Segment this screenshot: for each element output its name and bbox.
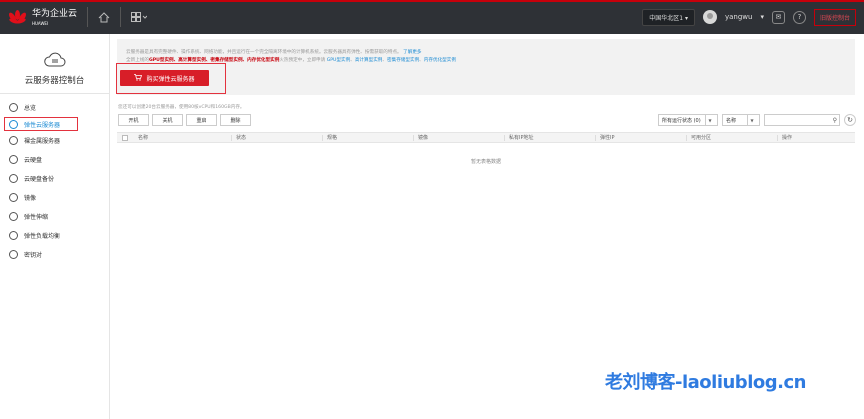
key-icon xyxy=(9,250,18,259)
column-header[interactable]: 名称 xyxy=(134,135,148,141)
sidebar-item-disk[interactable]: 云硬盘 xyxy=(0,150,109,169)
main-content: 云服务器是具有完整硬件、操作系统、网络功能，并且运行在一个完全隔离环境中的计算机… xyxy=(110,34,864,419)
buy-button-label: 购买弹性云服务器 xyxy=(146,75,195,83)
sidebar-item-lb[interactable]: 弹性负载均衡 xyxy=(0,226,109,245)
mail-icon[interactable]: ✉ xyxy=(771,10,785,24)
status-filter-label: 所有运行状态 (0) xyxy=(662,117,701,124)
sidebar-item-label: 云硬盘 xyxy=(24,157,43,164)
ecs-icon xyxy=(9,119,18,129)
sidebar-item-keypair[interactable]: 密钥对 xyxy=(0,245,109,264)
filter-toolbar: 所有运行状态 (0) ▼ 名称 ▼ ⚲ ↻ xyxy=(658,114,856,126)
table-header: 名称 状态 规格 镜像 私有IP地址 弹性IP 可用分区 操作 xyxy=(117,132,855,143)
home-icon[interactable] xyxy=(98,11,110,23)
sidebar-item-label: 弹性伸缩 xyxy=(24,214,49,221)
sidebar-item-image[interactable]: 镜像 xyxy=(0,188,109,207)
buy-ecs-button[interactable]: 购买弹性云服务器 xyxy=(120,70,209,86)
search-input[interactable]: ⚲ xyxy=(764,114,840,126)
quota-text: 您还可以创建20台云服务器，使用80核vCPU和160GB内存。 xyxy=(118,105,245,110)
start-button[interactable]: 开机 xyxy=(118,114,149,126)
sidebar-title: 云服务器控制台 xyxy=(24,76,85,86)
column-header: 规格 xyxy=(322,135,337,141)
stop-button[interactable]: 关机 xyxy=(152,114,183,126)
hpc-instance-link[interactable]: 高计算型实例 xyxy=(355,58,383,63)
avatar[interactable] xyxy=(702,10,717,24)
gpu-instance-link[interactable]: GPU型实例 xyxy=(327,58,350,63)
column-header: 可用分区 xyxy=(686,135,711,141)
sidebar-item-bms[interactable]: 裸金属服务器 xyxy=(0,131,109,150)
status-filter-select[interactable]: 所有运行状态 (0) ▼ xyxy=(658,114,718,126)
image-icon xyxy=(9,193,18,202)
username[interactable]: yangwu xyxy=(725,13,752,21)
sidebar-item-overview[interactable]: 总览 xyxy=(0,98,109,117)
top-navigation-bar: 华为企业云 HUAWEI 中国华北区1 ▾ yangwu ▾ ✉ ? 旧版控制台 xyxy=(0,0,864,34)
watermark: 老刘博客-laoliublog.cn xyxy=(605,372,806,393)
topbar-divider xyxy=(87,7,89,27)
overview-icon xyxy=(9,103,18,112)
huawei-logo-icon xyxy=(7,9,28,25)
bms-icon xyxy=(9,136,18,145)
region-select[interactable]: 中国华北区1 ▾ xyxy=(642,8,695,26)
search-field-label: 名称 xyxy=(726,117,737,124)
banner-text: 云服务器是具有完整硬件、操作系统、网络功能，并且运行在一个完全隔离环境中的计算机… xyxy=(126,50,402,55)
banner-description: 云服务器是具有完整硬件、操作系统、网络功能，并且运行在一个完全隔离环境中的计算机… xyxy=(126,49,422,55)
restart-button[interactable]: 重启 xyxy=(186,114,217,126)
sidebar-item-label: 密钥对 xyxy=(24,252,43,259)
sidebar-item-label: 云硬盘备份 xyxy=(24,176,55,183)
sidebar-item-label: 总览 xyxy=(24,105,37,112)
brand-name-en: HUAWEI xyxy=(32,20,49,26)
backup-icon xyxy=(9,174,18,183)
region-label: 中国华北区1 xyxy=(649,14,684,22)
sidebar-item-label: 镜像 xyxy=(24,195,37,202)
sidebar-item-label: 弹性负载均衡 xyxy=(24,233,61,240)
column-header: 镜像 xyxy=(413,135,428,141)
sidebar-header: 云服务器控制台 xyxy=(0,34,109,94)
storage-instance-link[interactable]: 密集存储型实例 xyxy=(387,58,419,63)
learn-more-link[interactable]: 了解更多 xyxy=(403,50,421,55)
sidebar-item-label: 裸金属服务器 xyxy=(24,138,61,145)
refresh-icon[interactable]: ↻ xyxy=(844,114,856,126)
help-icon[interactable]: ? xyxy=(792,10,806,24)
apps-icon[interactable] xyxy=(131,12,148,22)
topbar-divider xyxy=(120,7,122,27)
info-banner: 云服务器是具有完整硬件、操作系统、网络功能，并且运行在一个完全隔离环境中的计算机… xyxy=(117,39,855,95)
column-header: 状态 xyxy=(231,135,246,141)
sidebar-item-ecs[interactable]: 弹性云服务器 xyxy=(4,117,78,131)
cloud-server-icon xyxy=(43,51,66,67)
chevron-down-icon[interactable]: ▾ xyxy=(760,13,764,21)
disk-icon xyxy=(9,155,18,164)
column-header: 私有IP地址 xyxy=(504,135,534,141)
promo-mid: 火热预定中，立即申请 xyxy=(279,58,326,63)
empty-state-text: 暂无表格数据 xyxy=(470,159,501,165)
search-icon[interactable]: ⚲ xyxy=(833,117,837,124)
column-header: 弹性IP xyxy=(595,135,615,141)
cart-icon xyxy=(134,73,143,83)
sidebar-item-label: 弹性云服务器 xyxy=(24,121,61,129)
autoscale-icon xyxy=(9,212,18,221)
chevron-down-icon: ▼ xyxy=(747,115,756,125)
select-all-checkbox[interactable] xyxy=(122,135,128,141)
memory-instance-link[interactable]: 内存优化型实例 xyxy=(424,58,456,63)
column-header: 操作 xyxy=(777,135,792,141)
server-table: 名称 状态 规格 镜像 私有IP地址 弹性IP 可用分区 操作 暂无表格数据 xyxy=(117,132,855,165)
brand-name: 华为企业云 xyxy=(32,8,78,19)
action-toolbar: 开机 关机 重启 删除 xyxy=(118,114,251,126)
sidebar: 云服务器控制台 总览 弹性云服务器 裸金属服务器 云硬盘 云硬盘备份 镜像 弹性… xyxy=(0,34,110,419)
chevron-down-icon: ▼ xyxy=(705,115,714,125)
sidebar-item-backup[interactable]: 云硬盘备份 xyxy=(0,169,109,188)
search-field-select[interactable]: 名称 ▼ xyxy=(722,114,760,126)
old-console-button[interactable]: 旧版控制台 xyxy=(813,8,856,26)
sidebar-item-autoscale[interactable]: 弹性伸缩 xyxy=(0,207,109,226)
lb-icon xyxy=(9,231,18,240)
delete-button[interactable]: 删除 xyxy=(220,114,251,126)
brand-logo[interactable]: 华为企业云 HUAWEI xyxy=(7,0,78,34)
